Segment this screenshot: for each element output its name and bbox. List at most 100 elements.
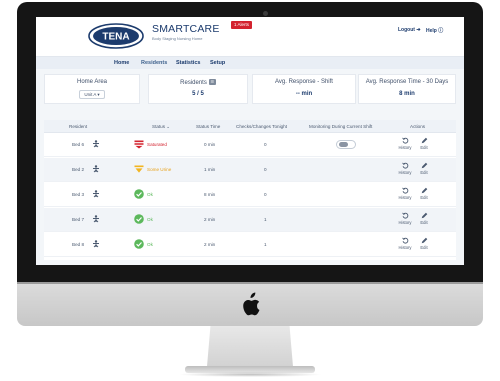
pencil-icon [421,137,427,144]
col-resident[interactable]: Resident [69,124,87,129]
pencil-icon [421,162,427,169]
table-row[interactable]: Bed 6 Saturated 0 min 0 History Edit [44,133,456,157]
alerts-badge[interactable]: 1 Alerts [231,21,253,29]
imac-device: TENA SMARTCARE Body Staging Nursing Home… [0,0,500,381]
nav-residents[interactable]: Residents [141,60,167,66]
history-button[interactable]: History [397,137,413,150]
stand-shadow [178,372,322,377]
some-urine-icon [134,165,144,173]
col-actions: Actions [410,124,426,129]
status-text: Some Urine [147,167,172,172]
table-row[interactable]: Bed 3 Ok 8 min 0 History Edit [44,183,456,207]
ok-check-icon [134,214,144,224]
logout-link[interactable]: Logout ➔ [398,27,421,33]
avg-30-value: 8 min [399,91,415,97]
history-button[interactable]: History [397,162,413,175]
status-time: 1 min [204,167,216,172]
saturated-icon [134,140,144,149]
checks-count: 1 [264,217,267,222]
edit-button[interactable]: Edit [416,212,432,225]
svg-text:TENA: TENA [102,32,129,43]
residents-list-icon[interactable]: ☰ [208,79,216,85]
ok-check-icon [134,239,144,249]
pencil-icon [421,237,427,244]
home-area-card: Home Area Unit A ▾ [44,74,140,104]
pencil-icon [421,187,427,194]
monitoring-toggle[interactable] [336,140,356,149]
residents-card: Residents ☰ 5 / 5 [148,74,248,104]
status-time: 2 min [204,217,216,222]
resident-name: Bed 8 [72,242,85,247]
edit-button[interactable]: Edit [416,237,432,250]
resident-name: Bed 2 [72,167,85,172]
brand-name: SMARTCARE [152,23,220,35]
apple-logo-icon [243,292,260,316]
history-button[interactable]: History [397,187,413,200]
table-header: Resident Status ⌄ Status Time Checks/Cha… [44,120,456,133]
status-text: Ok [147,242,153,247]
status-text: Saturated [147,142,167,147]
history-icon [401,212,408,219]
app-header: TENA SMARTCARE Body Staging Nursing Home… [36,17,464,57]
person-lying-icon [93,240,99,248]
col-checks: Checks/Changes Tonight [236,124,287,129]
brand-block: SMARTCARE Body Staging Nursing Home [152,23,220,41]
avg-shift-card: Avg. Response - Shift -- min [252,74,356,104]
person-lying-icon [93,165,99,173]
nav-setup[interactable]: Setup [210,60,225,66]
history-icon [401,187,408,194]
toggle-knob [339,142,348,147]
history-icon [401,237,408,244]
col-status[interactable]: Status ⌄ [152,124,170,130]
resident-name: Bed 7 [72,217,85,222]
summary-cards: Home Area Unit A ▾ Residents ☰ 5 / 5 Avg.… [44,74,456,106]
history-button[interactable]: History [397,237,413,250]
pencil-icon [421,212,427,219]
status-text: Ok [147,192,153,197]
brand-tagline: Body Staging Nursing Home [152,36,203,41]
table-row[interactable]: Bed 7 Ok 2 min 1 History Edit [44,208,456,232]
checks-count: 1 [264,242,267,247]
main-nav: Home Residents Statistics Setup [36,57,464,69]
edit-button[interactable]: Edit [416,162,432,175]
table-row[interactable]: Bed 2 Some Urine 1 min 0 History Edit [44,158,456,182]
history-icon [401,137,408,144]
residents-label: Residents ☰ [180,79,216,86]
checks-count: 0 [264,167,267,172]
person-lying-icon [93,190,99,198]
history-icon [401,162,408,169]
chin-divider [17,282,483,284]
resident-name: Bed 6 [72,142,85,147]
checks-count: 0 [264,142,267,147]
avg-shift-label: Avg. Response - Shift [275,79,333,85]
status-time: 8 min [204,192,216,197]
avg-30-card: Avg. Response Time - 30 Days 8 min [358,74,456,104]
help-link[interactable]: Help ⓘ [426,27,443,34]
history-button[interactable]: History [397,212,413,225]
home-area-label: Home Area [76,79,107,85]
status-text: Ok [147,217,153,222]
person-lying-icon [93,140,99,148]
residents-value: 5 / 5 [192,91,204,97]
tena-logo[interactable]: TENA [88,23,144,49]
avg-shift-value: -- min [295,91,313,97]
resident-name: Bed 3 [72,192,85,197]
nav-statistics[interactable]: Statistics [176,60,200,66]
camera-icon [263,11,268,16]
unit-select[interactable]: Unit A ▾ [79,90,105,99]
nav-home[interactable]: Home [114,60,129,66]
monitor-stand [207,326,293,367]
table-row[interactable]: Bed 8 Ok 2 min 1 History Edit [44,233,456,257]
edit-button[interactable]: Edit [416,187,432,200]
col-monitoring: Monitoring During Current Shift [309,124,373,129]
status-time: 0 min [204,142,216,147]
status-time: 2 min [204,242,216,247]
edit-button[interactable]: Edit [416,137,432,150]
col-status-time: Status Time [196,124,221,129]
app-screen: TENA SMARTCARE Body Staging Nursing Home… [36,17,464,265]
person-lying-icon [93,215,99,223]
ok-check-icon [134,189,144,199]
checks-count: 0 [264,192,267,197]
avg-30-label: Avg. Response Time - 30 Days [365,79,449,85]
residents-table: Resident Status ⌄ Status Time Checks/Cha… [44,120,456,260]
